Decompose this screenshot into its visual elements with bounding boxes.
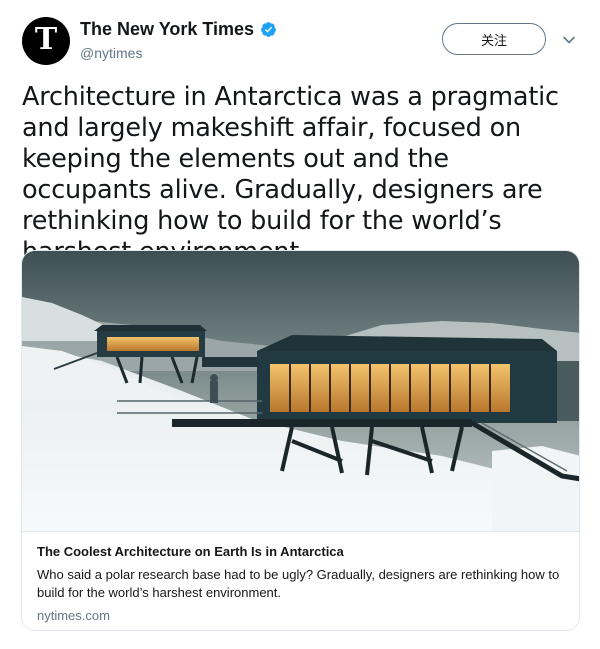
follow-button[interactable]: 关注 xyxy=(442,23,546,55)
card-title[interactable]: The Coolest Architecture on Earth Is in … xyxy=(37,544,344,559)
card-image[interactable] xyxy=(22,251,580,531)
card-description: Who said a polar research base had to be… xyxy=(37,567,560,600)
chevron-down-icon[interactable] xyxy=(562,33,576,47)
tweet-text: Architecture in Antarctica was a pragmat… xyxy=(22,82,559,267)
avatar[interactable]: T xyxy=(22,17,70,65)
author-name[interactable]: The New York Times xyxy=(80,19,254,40)
author-name-row: The New York Times xyxy=(80,19,277,40)
tweet-header: T The New York Times @nytimes 关注 xyxy=(0,0,600,80)
link-card[interactable]: The Coolest Architecture on Earth Is in … xyxy=(21,250,580,631)
avatar-logo: T xyxy=(34,22,58,57)
card-domain: nytimes.com xyxy=(37,608,110,623)
verified-badge-icon xyxy=(261,22,277,37)
author-handle[interactable]: @nytimes xyxy=(80,45,142,61)
card-body[interactable]: The Coolest Architecture on Earth Is in … xyxy=(22,531,579,630)
